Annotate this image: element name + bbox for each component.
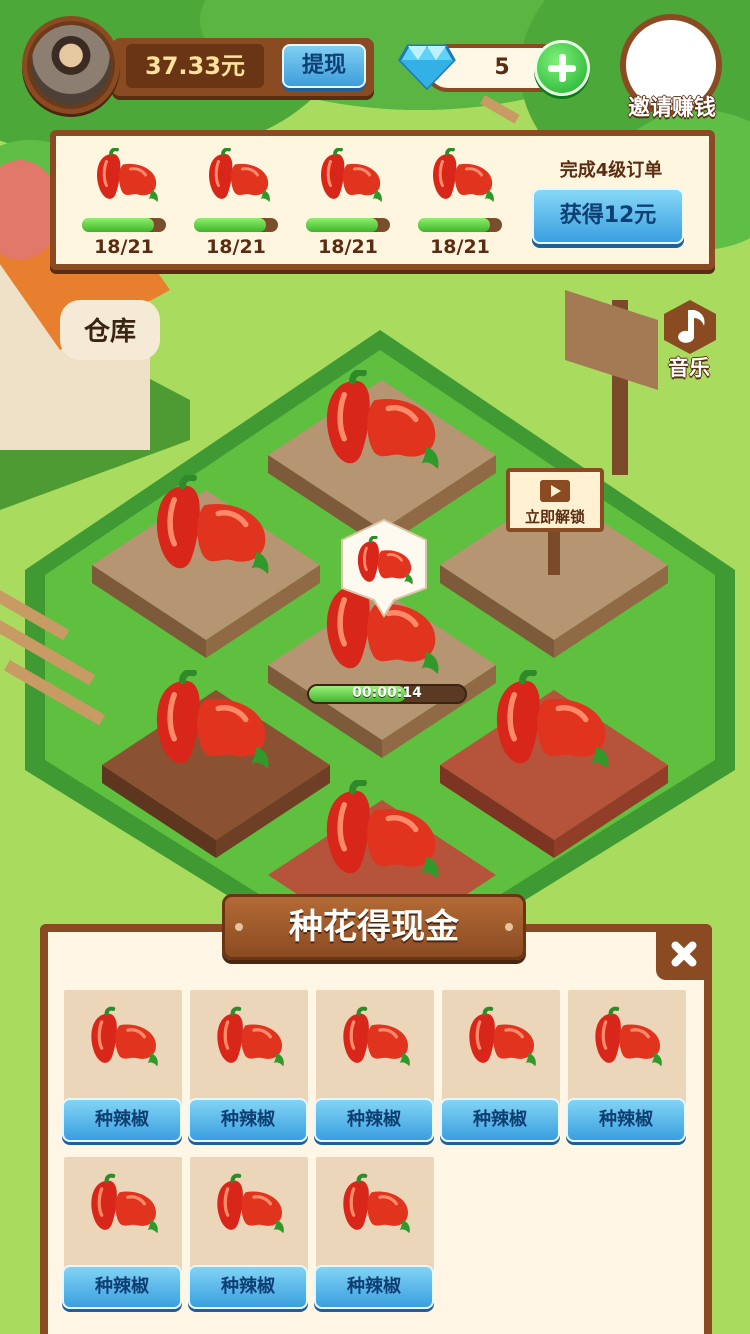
music-icon[interactable] <box>660 298 720 356</box>
unlock-label: 立即解锁 <box>524 508 585 526</box>
warehouse-sign: 仓库 <box>83 316 136 346</box>
plant-pepper-button[interactable]: 种辣椒 <box>188 1098 308 1142</box>
order-progress-bar <box>82 218 166 232</box>
seed-card: 种辣椒 <box>62 990 182 1144</box>
close-button[interactable] <box>656 928 712 980</box>
gem-count: 5 <box>494 55 510 80</box>
order-count: 18/21 <box>94 236 154 258</box>
balance-value: 37.33元 <box>126 44 264 88</box>
pepper-crop[interactable] <box>310 780 450 890</box>
pepper-icon <box>586 1004 668 1076</box>
seed-card: 种辣椒 <box>314 990 434 1144</box>
plant-pepper-button[interactable]: 种辣椒 <box>440 1098 560 1142</box>
harvest-bubble[interactable] <box>338 518 430 618</box>
pepper-icon <box>82 1004 164 1076</box>
order-progress-fill <box>418 218 490 232</box>
order-count: 18/21 <box>206 236 266 258</box>
order-progress-bar <box>194 218 278 232</box>
pepper-crop[interactable] <box>480 670 620 780</box>
withdraw-button[interactable]: 提现 <box>282 44 366 88</box>
pepper-icon <box>208 1004 290 1076</box>
plant-pepper-button[interactable]: 种辣椒 <box>314 1098 434 1142</box>
pepper-icon <box>460 1004 542 1076</box>
music-label: 音乐 <box>668 356 710 380</box>
order-progress-bar <box>306 218 390 232</box>
pepper-crop[interactable] <box>140 475 280 585</box>
plant-pepper-button[interactable]: 种辣椒 <box>566 1098 686 1142</box>
balance-panel: 37.33元 提现 <box>112 38 374 96</box>
order-task-title: 完成4级订单 <box>559 160 663 181</box>
plant-pepper-button[interactable]: 种辣椒 <box>314 1265 434 1309</box>
claim-reward-button[interactable]: 获得12元 <box>532 188 684 244</box>
diamond-icon <box>398 44 456 91</box>
invite-label: 邀请赚钱 <box>627 96 716 121</box>
order-progress-fill <box>82 218 154 232</box>
game-screen: 仓库 00:00:14 立即解锁 37.33元 提现 5 邀请赚钱 18/21 … <box>0 0 750 1334</box>
unlock-plot-button[interactable]: 立即解锁 <box>506 468 604 532</box>
pepper-crop[interactable] <box>310 370 450 480</box>
seed-card: 种辣椒 <box>188 1157 308 1311</box>
order-count: 18/21 <box>430 236 490 258</box>
video-play-icon <box>540 480 570 502</box>
seed-card: 种辣椒 <box>62 1157 182 1311</box>
order-item: 18/21 <box>302 148 398 260</box>
pepper-icon <box>200 148 276 208</box>
seed-card: 种辣椒 <box>566 990 686 1144</box>
seed-panel-title: 种花得现金 <box>222 894 526 960</box>
avatar-image <box>31 25 111 105</box>
pepper-crop[interactable] <box>140 670 280 780</box>
timer-text: 00:00:14 <box>352 685 422 701</box>
avatar[interactable] <box>22 16 120 114</box>
seed-card: 种辣椒 <box>440 990 560 1144</box>
plant-pepper-button[interactable]: 种辣椒 <box>188 1265 308 1309</box>
pepper-icon <box>312 148 388 208</box>
pepper-icon <box>334 1171 416 1243</box>
pepper-icon <box>350 536 418 590</box>
order-progress-fill <box>306 218 378 232</box>
seed-card: 种辣椒 <box>188 990 308 1144</box>
pepper-icon <box>88 148 164 208</box>
order-item: 18/21 <box>190 148 286 260</box>
pepper-icon <box>334 1004 416 1076</box>
plant-pepper-button[interactable]: 种辣椒 <box>62 1098 182 1142</box>
order-item: 18/21 <box>414 148 510 260</box>
order-count: 18/21 <box>318 236 378 258</box>
order-panel: 18/21 18/21 18/21 18/21 完成4级订单 获得12元 <box>50 130 715 270</box>
order-progress-fill <box>194 218 266 232</box>
order-progress-bar <box>418 218 502 232</box>
pepper-icon <box>424 148 500 208</box>
growth-timer: 00:00:14 <box>307 684 467 704</box>
seed-card: 种辣椒 <box>314 1157 434 1311</box>
pepper-icon <box>208 1171 290 1243</box>
add-gems-button[interactable] <box>534 40 590 96</box>
plant-pepper-button[interactable]: 种辣椒 <box>62 1265 182 1309</box>
pepper-icon <box>82 1171 164 1243</box>
order-item: 18/21 <box>78 148 174 260</box>
